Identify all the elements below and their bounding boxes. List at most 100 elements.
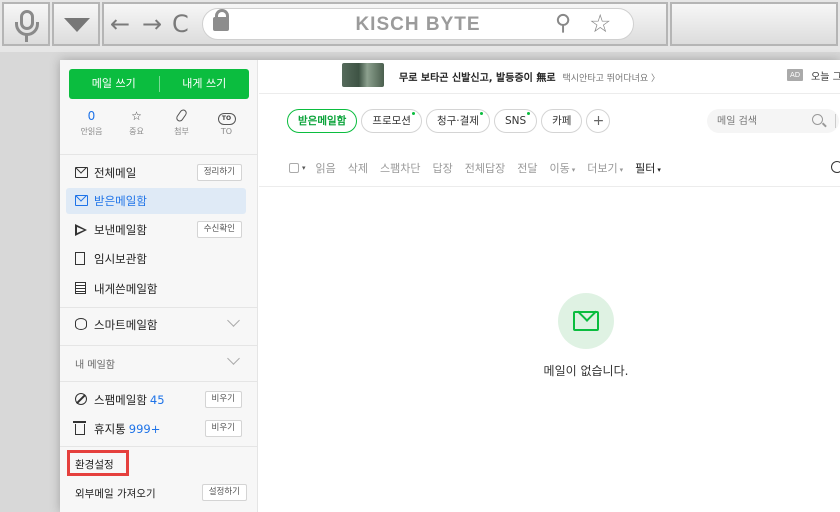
browser-toolbar: ← → C KISCH BYTE ⚲ ☆ <box>0 0 840 52</box>
back-icon[interactable]: ← <box>110 10 130 38</box>
search-input[interactable] <box>717 113 807 129</box>
reload-icon[interactable]: C <box>172 10 189 38</box>
sidebar-item-sent[interactable]: 보낸메일함 수신확인 <box>66 217 246 243</box>
mark-read-button[interactable]: 읽음 <box>316 160 336 176</box>
tab-label: 청구·결제 <box>436 115 479 127</box>
bookmark-star-icon[interactable]: ☆ <box>589 9 611 38</box>
tab-cafe[interactable]: 카페 <box>541 109 583 133</box>
unread-count: 0 <box>87 109 96 123</box>
ad-badge: AD <box>787 69 804 81</box>
unread-filter[interactable]: 0 안읽음 <box>69 106 114 146</box>
search-box <box>707 109 839 133</box>
envelope-icon <box>75 167 88 178</box>
sidebar-item-all-mail[interactable]: 전체메일 정리하기 <box>66 160 246 186</box>
sidebar: 메일 쓰기 내게 쓰기 0 안읽음 ☆ 중요 첨부 TO TO 전체메일 정리하… <box>60 60 258 512</box>
quick-filters: 0 안읽음 ☆ 중요 첨부 TO TO <box>69 106 249 146</box>
sidebar-item-my-mailbox[interactable]: 내 메일함 <box>66 350 246 376</box>
caret-down-icon: ▾ <box>571 166 576 174</box>
compose-group: 메일 쓰기 내게 쓰기 <box>69 69 249 99</box>
settings-link[interactable]: 환경설정 <box>75 457 114 472</box>
sidebar-item-spam[interactable]: 스팸메일함 45 비우기 <box>66 387 246 413</box>
add-tab-button[interactable]: + <box>586 109 611 133</box>
spam-block-button[interactable]: 스팸차단 <box>380 160 420 176</box>
sidebar-item-inbox[interactable]: 받은메일함 <box>66 188 246 214</box>
reply-button[interactable]: 답장 <box>433 160 453 176</box>
dropdown-button[interactable] <box>52 2 100 46</box>
move-label: 이동 <box>549 162 570 175</box>
ad-image <box>342 63 384 87</box>
tab-label: 받은메일함 <box>298 115 347 127</box>
sidebar-item-label: 스마트메일함 <box>94 318 158 332</box>
document-icon <box>75 252 85 265</box>
tab-billing[interactable]: 청구·결제 <box>425 109 490 133</box>
sidebar-item-label: 내 메일함 <box>75 360 115 371</box>
caret-down-icon: ▾ <box>619 166 624 174</box>
ad-right-text: 오늘 그 <box>811 72 840 83</box>
move-button[interactable]: 이동 ▾ <box>549 160 575 176</box>
note-list-icon <box>75 282 86 294</box>
trash-icon <box>73 421 86 435</box>
empty-trash-button[interactable]: 비우기 <box>204 420 242 437</box>
empty-mailbox-illustration <box>558 293 614 349</box>
mailbox-tabs: 받은메일함 프로모션 청구·결제 SNS 카페 + <box>287 109 611 133</box>
delete-button[interactable]: 삭제 <box>348 160 368 176</box>
spam-count: 45 <box>149 393 165 407</box>
mail-list-panel: 무로 보타곤 신발신고, 발등증이 無로 택시안타고 뛰어다녀요 〉 AD 오늘… <box>259 60 840 512</box>
tab-label: 프로모션 <box>372 115 411 127</box>
envelope-icon <box>75 195 88 206</box>
paperclip-icon <box>174 108 189 123</box>
block-icon <box>75 393 87 405</box>
address-bar[interactable]: KISCH BYTE ⚲ ☆ <box>202 8 634 40</box>
forward-button[interactable]: 전달 <box>517 160 537 176</box>
browser-extra-panel <box>670 2 838 46</box>
important-filter[interactable]: ☆ 중요 <box>114 106 159 146</box>
trash-count: 999+ <box>128 422 161 436</box>
clock-icon[interactable] <box>831 161 840 173</box>
forward-icon[interactable]: → <box>142 10 162 38</box>
select-caret-icon[interactable]: ▾ <box>302 164 306 172</box>
sidebar-item-drafts[interactable]: 임시보관함 <box>66 246 246 272</box>
empty-spam-button[interactable]: 비우기 <box>204 391 242 408</box>
new-dot <box>527 112 531 115</box>
read-receipt-button[interactable]: 수신확인 <box>196 221 242 238</box>
filter-label: 필터 <box>635 162 656 175</box>
filter-button[interactable]: 필터 ▾ <box>635 160 661 176</box>
sidebar-item-smart-mailbox[interactable]: 스마트메일함 <box>66 312 246 338</box>
ad-subtext: 택시안타고 뛰어다녀요 〉 <box>562 74 661 84</box>
organize-button[interactable]: 정리하기 <box>196 164 242 181</box>
new-dot <box>479 112 483 115</box>
attachment-filter[interactable]: 첨부 <box>159 106 204 146</box>
tab-sns[interactable]: SNS <box>493 109 538 133</box>
sidebar-item-self-sent[interactable]: 내게쓴메일함 <box>66 276 246 302</box>
more-button[interactable]: 더보기 ▾ <box>587 160 623 176</box>
sidebar-item-label: 보낸메일함 <box>94 223 147 237</box>
important-label: 중요 <box>129 127 144 136</box>
tab-promotion[interactable]: 프로모션 <box>361 109 422 133</box>
tab-label: SNS <box>504 115 527 127</box>
external-mail-setup-button[interactable]: 설정하기 <box>201 484 247 501</box>
compose-button[interactable]: 메일 쓰기 <box>69 69 159 99</box>
self-compose-button[interactable]: 내게 쓰기 <box>160 69 250 99</box>
search-icon[interactable] <box>812 114 823 125</box>
sidebar-item-trash[interactable]: 휴지통 999+ 비우기 <box>66 416 246 442</box>
sidebar-item-label: 전체메일 <box>94 166 137 180</box>
tab-inbox[interactable]: 받은메일함 <box>287 109 358 133</box>
ad-banner[interactable]: 무로 보타곤 신발신고, 발등증이 無로 택시안타고 뛰어다녀요 〉 AD 오늘… <box>259 60 840 94</box>
external-mail-link[interactable]: 외부메일 가져오기 <box>75 486 156 501</box>
triangle-down-icon <box>64 18 90 32</box>
star-icon: ☆ <box>131 109 142 123</box>
to-filter[interactable]: TO TO <box>204 106 249 146</box>
caret-down-icon: ▾ <box>657 166 661 174</box>
sidebar-item-label: 내게쓴메일함 <box>94 282 158 296</box>
mic-button[interactable] <box>2 2 50 46</box>
to-icon: TO <box>217 113 236 125</box>
sidebar-item-label: 스팸메일함 <box>94 393 147 407</box>
new-dot <box>411 112 415 115</box>
sidebar-item-label: 휴지통 <box>94 422 126 436</box>
reply-all-button[interactable]: 전체답장 <box>465 160 505 176</box>
ad-headline: 무로 보타곤 신발신고, 발등증이 無로 <box>399 73 556 84</box>
send-icon <box>75 224 87 236</box>
navigation-bar: ← → C KISCH BYTE ⚲ ☆ <box>102 2 668 46</box>
select-all-checkbox[interactable] <box>289 163 299 173</box>
zoom-icon[interactable]: ⚲ <box>555 11 571 36</box>
